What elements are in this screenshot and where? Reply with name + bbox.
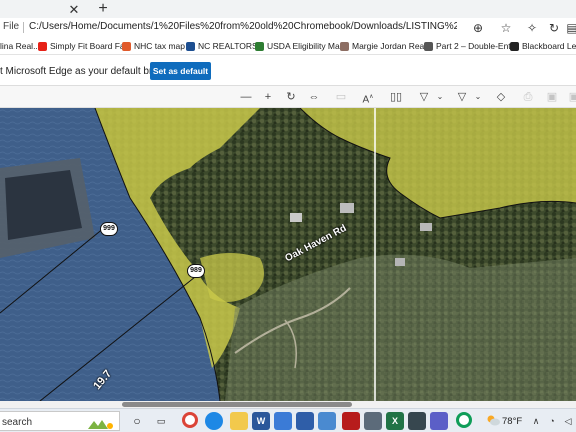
network-icon[interactable]: ◔ bbox=[546, 415, 558, 427]
page-icon bbox=[424, 42, 433, 51]
zoom-out-icon[interactable]: — bbox=[238, 89, 254, 105]
scrollbar-thumb[interactable] bbox=[122, 402, 352, 407]
close-tab-icon[interactable]: ✕ bbox=[66, 2, 82, 18]
youtube-icon bbox=[38, 42, 47, 51]
favorite-star-icon[interactable]: ☆ bbox=[498, 20, 514, 36]
tray-chevron-icon[interactable]: ∧ bbox=[530, 415, 542, 427]
bookmarks-bar: lina Real... Simply Fit Board Fa... NHC … bbox=[0, 38, 576, 55]
house bbox=[290, 213, 302, 222]
taskbar-search[interactable]: search bbox=[0, 411, 120, 431]
excel-icon[interactable]: X bbox=[386, 412, 404, 430]
bookmark-label: NHC tax map bbox=[134, 41, 186, 51]
route-shield: 989 bbox=[187, 264, 205, 278]
chrome-icon[interactable] bbox=[182, 412, 198, 428]
bookmark-label: Part 2 – Double-Ent... bbox=[436, 41, 518, 51]
calculator-icon[interactable] bbox=[274, 412, 292, 430]
bookmark-item[interactable]: Simply Fit Board Fa... bbox=[38, 40, 132, 53]
bookmark-item[interactable]: NHC tax map bbox=[122, 40, 185, 53]
volume-icon[interactable]: ◁ bbox=[562, 415, 574, 427]
page-icon bbox=[340, 42, 349, 51]
bookmark-item[interactable]: USDA Eligibility Map bbox=[255, 40, 344, 53]
default-browser-infobar: t Microsoft Edge as your default browser… bbox=[0, 56, 576, 86]
horizontal-scrollbar[interactable] bbox=[0, 401, 576, 408]
route-shield: 999 bbox=[100, 222, 118, 236]
bookmark-label: USDA Eligibility Map bbox=[267, 41, 345, 51]
chrome-icon[interactable] bbox=[456, 412, 472, 428]
bookmark-label: Margie Jordan Real... bbox=[352, 41, 434, 51]
bookmark-label: Blackboard Learn bbox=[522, 41, 576, 51]
highlight-dropdown-icon[interactable]: ⌄ bbox=[470, 89, 486, 105]
notepad-icon[interactable] bbox=[408, 412, 426, 430]
zoom-in-icon[interactable]: + bbox=[260, 89, 276, 105]
calendar-icon[interactable] bbox=[296, 412, 314, 430]
rotate-icon[interactable]: ↻ bbox=[283, 89, 299, 105]
bookmark-item[interactable]: NC REALTORS® bbox=[186, 40, 264, 53]
two-page-icon[interactable]: ▯▯ bbox=[388, 89, 404, 105]
cortana-icon[interactable]: ○ bbox=[128, 412, 146, 430]
teams-icon[interactable] bbox=[430, 412, 448, 430]
draw-icon[interactable]: ▽ bbox=[416, 89, 432, 105]
bookmark-item[interactable]: lina Real... bbox=[0, 40, 40, 53]
eraser-icon[interactable]: ◇ bbox=[493, 89, 509, 105]
search-label: search bbox=[2, 417, 33, 428]
aerial-map-view[interactable]: Oak Haven Rd 999 989 19.7 bbox=[0, 108, 576, 401]
task-view-icon[interactable]: ▭ bbox=[152, 412, 170, 430]
house bbox=[420, 223, 432, 231]
save-icon[interactable]: ▣ bbox=[544, 89, 560, 105]
file-protocol-label: File bbox=[3, 21, 20, 32]
favorites-icon[interactable]: ✧ bbox=[524, 20, 540, 36]
house bbox=[395, 258, 405, 266]
highlight-icon[interactable]: ▽ bbox=[454, 89, 470, 105]
blackboard-icon bbox=[510, 42, 519, 51]
page-view-icon[interactable]: ▭ bbox=[333, 89, 349, 105]
search-highlight-icon bbox=[88, 420, 113, 429]
camera-icon[interactable] bbox=[364, 412, 382, 430]
word-icon[interactable]: W bbox=[252, 412, 270, 430]
weather-temperature[interactable]: 78°F bbox=[502, 416, 522, 427]
bookmark-item[interactable]: Blackboard Learn bbox=[510, 40, 576, 53]
address-separator bbox=[23, 22, 24, 33]
edge-icon[interactable] bbox=[205, 412, 223, 430]
realtor-icon bbox=[186, 42, 195, 51]
draw-dropdown-icon[interactable]: ⌄ bbox=[432, 89, 448, 105]
bookmark-item[interactable]: Margie Jordan Real... bbox=[340, 40, 433, 53]
tab-strip: ✕ + bbox=[0, 0, 576, 20]
zoom-icon[interactable]: ⊕ bbox=[470, 20, 486, 36]
set-default-button[interactable]: Set as default bbox=[150, 62, 211, 80]
house bbox=[340, 203, 354, 213]
read-aloud-sup: ∧ bbox=[369, 94, 374, 100]
new-tab-icon[interactable]: + bbox=[95, 1, 111, 17]
bookmark-label: lina Real... bbox=[0, 41, 41, 51]
pdf-toolbar: — + ↻ ⇔ ▭ A∧ ▯▯ ▽ ⌄ ▽ ⌄ ◇ ⎙ ▣ ▣ bbox=[0, 86, 576, 108]
print-icon[interactable]: ⎙ bbox=[520, 89, 536, 105]
address-bar: File C:/Users/Home/Documents/1%20Files%2… bbox=[0, 18, 576, 38]
url-field[interactable]: C:/Users/Home/Documents/1%20Files%20from… bbox=[29, 21, 457, 32]
media-icon[interactable] bbox=[342, 412, 360, 430]
refresh-icon[interactable]: ↻ bbox=[546, 20, 562, 36]
panel-array bbox=[5, 170, 82, 240]
save-as-icon[interactable]: ▣ bbox=[566, 89, 576, 105]
collections-icon[interactable]: ▤ bbox=[564, 20, 576, 36]
weather-icon[interactable] bbox=[486, 414, 500, 426]
read-aloud-icon[interactable]: A∧ bbox=[360, 89, 376, 105]
file-explorer-icon[interactable] bbox=[230, 412, 248, 430]
bookmark-label: Simply Fit Board Fa... bbox=[50, 41, 132, 51]
fit-page-icon[interactable]: ⇔ bbox=[306, 89, 322, 105]
snipping-icon[interactable] bbox=[318, 412, 336, 430]
map-pin-icon bbox=[122, 42, 131, 51]
usda-icon bbox=[255, 42, 264, 51]
bookmark-item[interactable]: Part 2 – Double-Ent... bbox=[424, 40, 518, 53]
taskbar: search ○ ▭ W X 78°F ∧ ◔ ◁ bbox=[0, 408, 576, 432]
